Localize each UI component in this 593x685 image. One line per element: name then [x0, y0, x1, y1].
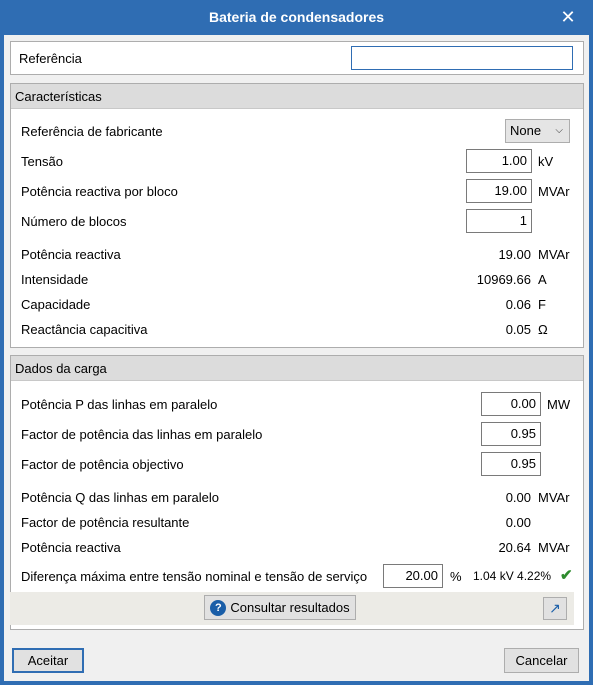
window-title: Bateria de condensadores	[208, 9, 385, 25]
resulting-power-factor-label: Factor de potência resultante	[21, 515, 190, 530]
load-reactive-power-label: Potência reactiva	[21, 540, 121, 555]
reactive-power-q-value: 0.00	[505, 490, 531, 505]
capacitance-value: 0.06	[505, 297, 531, 312]
reactive-power-per-block-input[interactable]: 19.00	[466, 179, 532, 203]
current-unit: A	[538, 272, 547, 287]
load-title: Dados da carga	[15, 361, 107, 376]
capacitive-reactance-value: 0.05	[505, 322, 531, 337]
load-panel: Dados da carga Potência P das linhas em …	[10, 355, 584, 630]
num-blocks-label: Número de blocos	[21, 214, 127, 229]
load-reactive-power-value: 20.64	[498, 540, 531, 555]
target-power-factor-input[interactable]: 0.95	[481, 452, 541, 476]
dialog-window: Bateria de condensadores ✕ Referência Ca…	[0, 0, 593, 685]
reactive-power-per-block-unit: MVAr	[538, 184, 570, 199]
manufacturer-ref-value: None	[510, 123, 542, 138]
reactive-power-label: Potência reactiva	[21, 247, 121, 262]
results-action-bar: ? Consultar resultados ↗	[10, 592, 574, 625]
characteristics-header: Características	[11, 84, 583, 109]
target-power-factor-label: Factor de potência objectivo	[21, 457, 184, 472]
reference-label: Referência	[19, 51, 82, 66]
capacitance-unit: F	[538, 297, 546, 312]
load-header: Dados da carga	[11, 356, 583, 381]
title-bar[interactable]: Bateria de condensadores ✕	[0, 0, 593, 35]
reactive-power-per-block-label: Potência reactiva por bloco	[21, 184, 178, 199]
reactive-power-value: 19.00	[498, 247, 531, 262]
expand-arrow-icon[interactable]: ↗	[543, 597, 567, 620]
active-power-unit: MW	[547, 397, 571, 412]
capacitance-label: Capacidade	[21, 297, 91, 312]
close-icon[interactable]: ✕	[557, 6, 579, 28]
characteristics-title: Características	[15, 89, 102, 104]
load-reactive-power-unit: MVAr	[538, 540, 570, 555]
max-voltage-diff-label: Diferença máxima entre tensão nominal e …	[21, 569, 368, 584]
max-voltage-diff-input[interactable]: 20.00	[383, 564, 443, 588]
active-power-input[interactable]: 0.00	[481, 392, 541, 416]
characteristics-panel: Características Referência de fabricante…	[10, 83, 584, 348]
current-value: 10969.66	[476, 272, 531, 287]
manufacturer-ref-select[interactable]: None ⌵	[505, 119, 570, 143]
current-label: Intensidade	[21, 272, 89, 287]
cancel-button[interactable]: Cancelar	[504, 648, 579, 673]
voltage-input[interactable]: 1.00	[466, 149, 532, 173]
active-power-label: Potência P das linhas em paralelo	[21, 397, 218, 412]
reference-input[interactable]	[351, 46, 573, 70]
check-icon: ✔	[560, 567, 573, 584]
power-factor-input[interactable]: 0.95	[481, 422, 541, 446]
max-voltage-diff-unit: %	[450, 569, 462, 584]
reactive-power-unit: MVAr	[538, 247, 570, 262]
accept-button[interactable]: Aceitar	[12, 648, 84, 673]
voltage-unit: kV	[538, 154, 554, 169]
resulting-power-factor-value: 0.00	[505, 515, 531, 530]
voltage-label: Tensão	[21, 154, 63, 169]
manufacturer-ref-label: Referência de fabricante	[21, 124, 163, 139]
num-blocks-input[interactable]: 1	[466, 209, 532, 233]
consult-results-label: Consultar resultados	[230, 600, 350, 615]
consult-results-button[interactable]: ? Consultar resultados	[204, 595, 356, 620]
help-icon: ?	[210, 599, 227, 616]
reference-panel: Referência	[10, 41, 584, 75]
capacitive-reactance-label: Reactância capacitiva	[21, 322, 148, 337]
power-factor-label: Factor de potência das linhas em paralel…	[21, 427, 263, 442]
chevron-down-icon: ⌵	[555, 125, 563, 136]
dialog-content: Referência Características Referência de…	[4, 35, 589, 681]
capacitive-reactance-unit: Ω	[538, 322, 548, 337]
max-voltage-diff-result: 1.04 kV 4.22%	[473, 569, 552, 583]
reactive-power-q-label: Potência Q das linhas em paralelo	[21, 490, 220, 505]
reactive-power-q-unit: MVAr	[538, 490, 570, 505]
